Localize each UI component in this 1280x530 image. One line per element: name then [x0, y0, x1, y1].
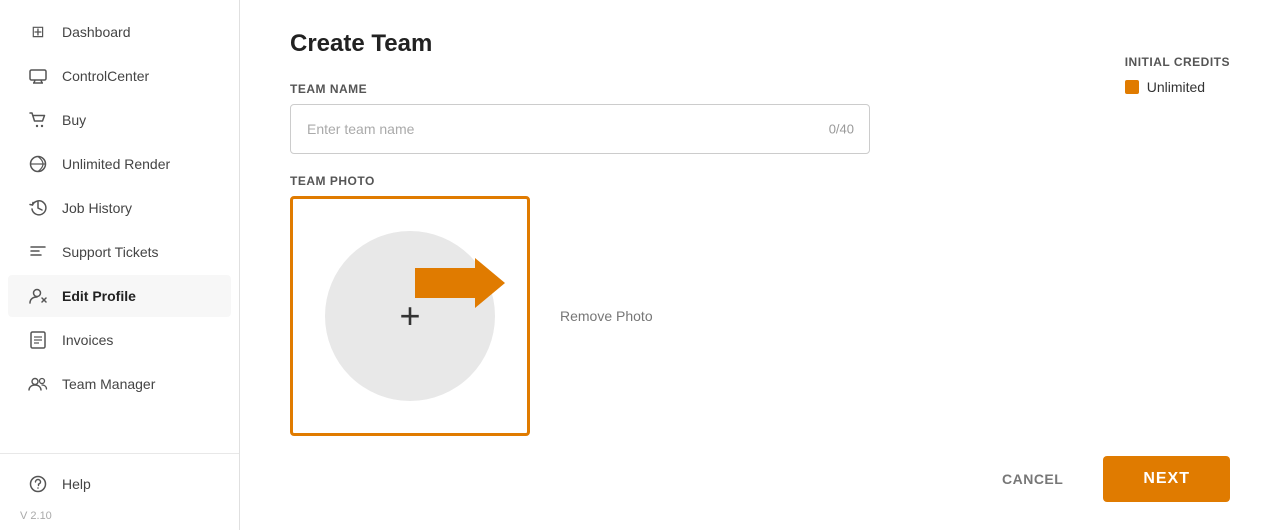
cancel-button[interactable]: CANCEL	[986, 461, 1079, 497]
sidebar-item-controlcenter[interactable]: ControlCenter	[8, 55, 231, 97]
sidebar-item-label: Buy	[62, 112, 86, 128]
sidebar-item-label: Invoices	[62, 332, 113, 348]
render-icon	[28, 154, 48, 174]
next-button[interactable]: NEXT	[1103, 456, 1230, 502]
team-name-label: TEAM NAME	[290, 82, 1230, 96]
remove-photo-button[interactable]: Remove Photo	[560, 308, 653, 324]
sidebar-item-invoices[interactable]: Invoices	[8, 319, 231, 361]
sidebar-item-edit-profile[interactable]: Edit Profile	[8, 275, 231, 317]
profile-icon	[28, 286, 48, 306]
main-content: Create Team TEAM NAME 0/40 TEAM PHOTO + …	[240, 0, 1280, 530]
team-name-wrapper: 0/40	[290, 104, 870, 154]
team-photo-label: TEAM PHOTO	[290, 174, 1230, 188]
sidebar-item-label: Support Tickets	[62, 244, 159, 260]
credits-row: Unlimited	[1125, 79, 1230, 95]
sidebar-item-buy[interactable]: Buy	[8, 99, 231, 141]
sidebar-item-label: Unlimited Render	[62, 156, 170, 172]
credits-option: Unlimited	[1147, 79, 1205, 95]
credits-panel: INITIAL CREDITS Unlimited	[1125, 55, 1230, 95]
team-photo-section: TEAM PHOTO + Remove Photo	[290, 174, 1230, 436]
plus-icon: +	[399, 298, 420, 334]
sidebar-item-dashboard[interactable]: Dashboard	[8, 11, 231, 53]
team-icon	[28, 374, 48, 394]
sidebar-item-label: Team Manager	[62, 376, 155, 392]
sidebar-item-label: Edit Profile	[62, 288, 136, 304]
tickets-icon	[28, 242, 48, 262]
sidebar-item-job-history[interactable]: Job History	[8, 187, 231, 229]
credits-title: INITIAL CREDITS	[1125, 55, 1230, 69]
bottom-actions: CANCEL NEXT	[986, 456, 1230, 502]
photo-circle: +	[325, 231, 495, 401]
sidebar-item-label: Job History	[62, 200, 132, 216]
sidebar-item-support-tickets[interactable]: Support Tickets	[8, 231, 231, 273]
credits-dot	[1125, 80, 1139, 94]
help-icon	[28, 474, 48, 494]
team-name-input[interactable]	[290, 104, 870, 154]
history-icon	[28, 198, 48, 218]
monitor-icon	[28, 66, 48, 86]
char-count: 0/40	[829, 122, 854, 137]
sidebar-item-label: Help	[62, 476, 91, 492]
sidebar-item-label: Dashboard	[62, 24, 131, 40]
cart-icon	[28, 110, 48, 130]
sidebar-bottom: Help V 2.10	[0, 453, 239, 530]
sidebar-item-team-manager[interactable]: Team Manager	[8, 363, 231, 405]
page-title: Create Team	[290, 30, 1230, 58]
photo-row: + Remove Photo	[290, 196, 1230, 436]
grid-icon	[28, 22, 48, 42]
sidebar: Dashboard ControlCenter Buy Unlimited Re…	[0, 0, 240, 530]
sidebar-item-unlimited-render[interactable]: Unlimited Render	[8, 143, 231, 185]
sidebar-item-label: ControlCenter	[62, 68, 149, 84]
invoices-icon	[28, 330, 48, 350]
photo-upload-box[interactable]: +	[290, 196, 530, 436]
sidebar-item-help[interactable]: Help	[8, 463, 231, 505]
version-label: V 2.10	[0, 506, 239, 530]
